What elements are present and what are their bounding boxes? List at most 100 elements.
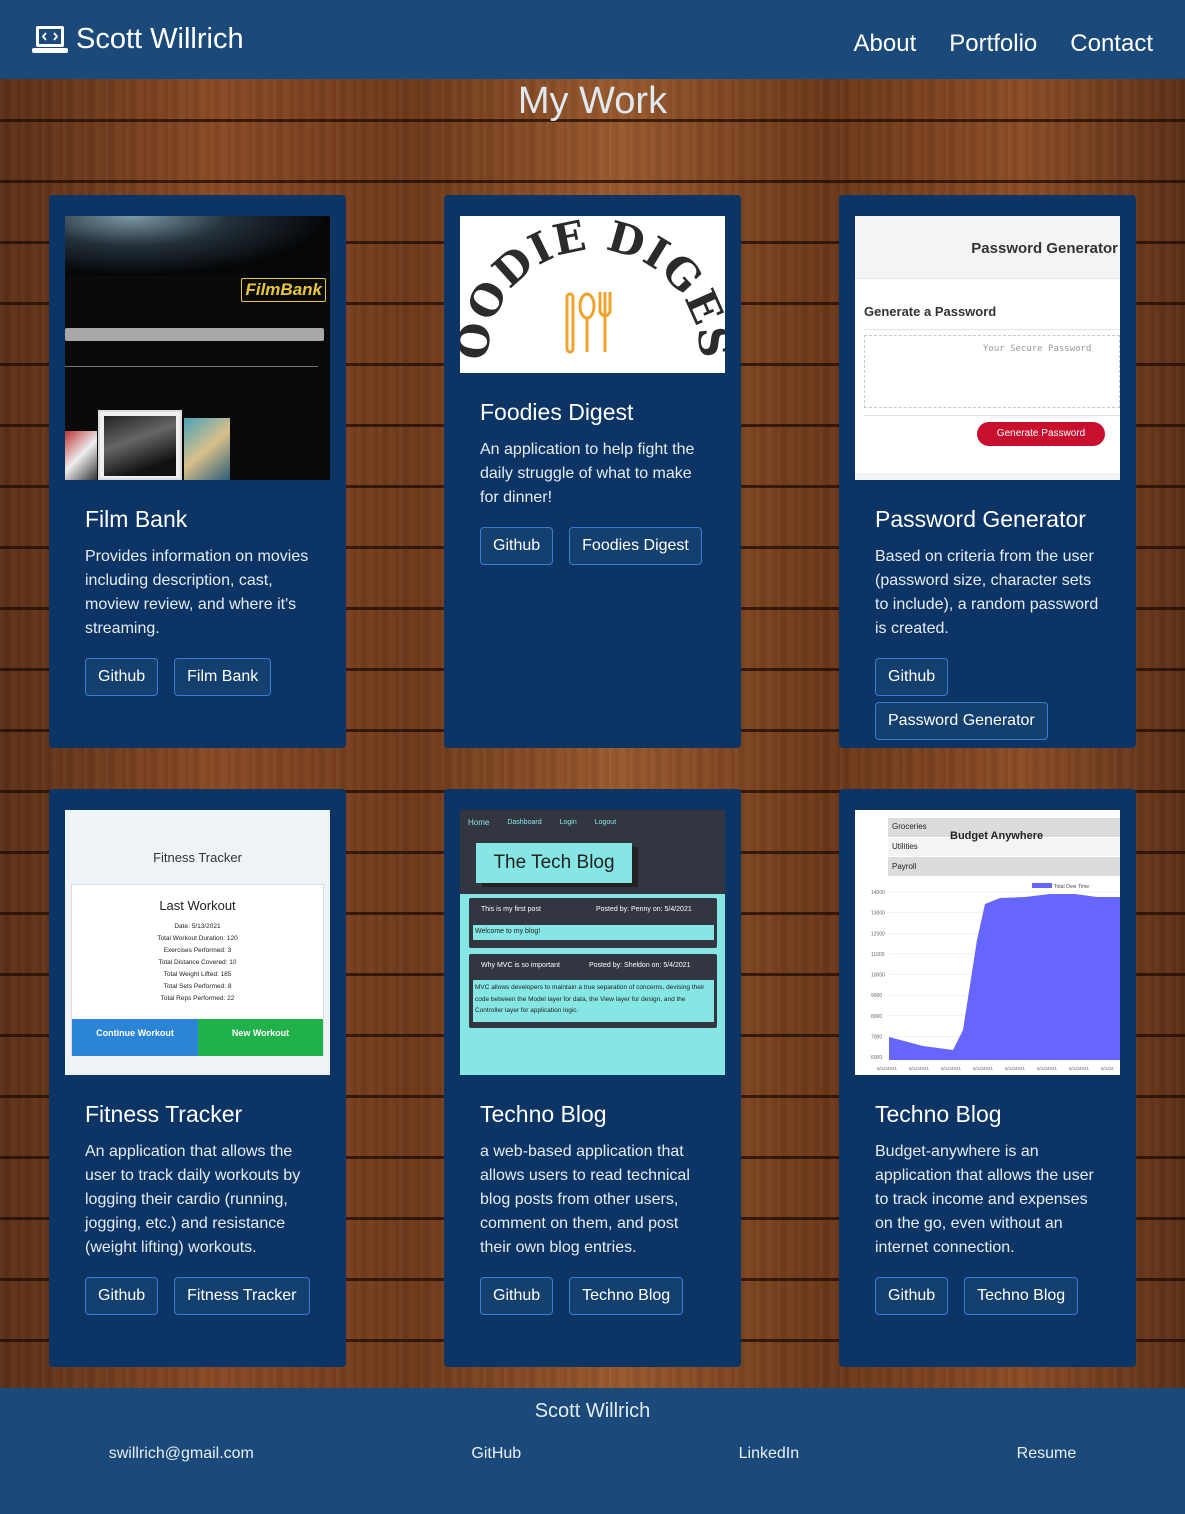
ba-y-tick: 14000 <box>871 890 885 896</box>
ba-chart: Total Over Time 14000 13000 12000 11000 1000… <box>871 883 1120 1071</box>
ba-row: Payroll <box>892 862 917 871</box>
github-button[interactable]: Github <box>480 527 554 565</box>
ft-row: Total Sets Performed: 8 <box>163 983 232 990</box>
fitness-tracker-button[interactable]: Fitness Tracker <box>174 1277 310 1315</box>
ba-header: Budget Anywhere <box>950 830 1044 842</box>
card-text: a web-based application that allows user… <box>480 1143 690 1256</box>
ft-row: Date: 5/13/2021 <box>174 923 221 930</box>
ba-x-tick: 5/14/2021 <box>973 1066 994 1071</box>
ba-x-tick: 5/12/2021 <box>941 1066 962 1071</box>
ba-y-tick: 6000 <box>871 1055 882 1061</box>
tb-post2-meta: Posted by: Sheldon on: 5/4/2021 <box>589 962 691 969</box>
fitness-tracker-screenshot: Fitness Tracker Last Workout Date: 5/13/… <box>65 810 330 1075</box>
card-title: Fitness Tracker <box>85 1101 243 1127</box>
project-card-film-bank: FilmBank Film Bank Provides information … <box>49 195 346 748</box>
card-title: Foodies Digest <box>480 399 634 425</box>
tb-nav-logout: Logout <box>594 819 617 826</box>
card-text: An application that allows the user to t… <box>85 1143 301 1256</box>
ba-y-tick: 7000 <box>871 1034 882 1040</box>
techno-blog-button[interactable]: Techno Blog <box>964 1277 1079 1315</box>
footer-name: Scott Willrich <box>534 1400 651 1422</box>
ft-continue-button: Continue Workout <box>72 1019 198 1056</box>
footer: Scott Willrich swillrich@gmail.com GitHu… <box>0 1388 1185 1514</box>
tb-heading: The Tech Blog <box>476 843 632 883</box>
project-card-foodies-digest: FOODIE DIGEST Foodies Digest An applicat… <box>444 195 741 748</box>
password-generator-screenshot: Password Generator Generate a Password Y… <box>855 216 1120 480</box>
tb-nav-login: Login <box>559 819 577 826</box>
card-title: Techno Blog <box>875 1101 1002 1127</box>
ba-y-tick: 11000 <box>871 952 885 958</box>
project-card-fitness-tracker: Fitness Tracker Last Workout Date: 5/13/… <box>49 789 346 1367</box>
tb-post1-body: Welcome to my blog! <box>473 925 714 940</box>
password-generator-button[interactable]: Password Generator <box>875 702 1048 740</box>
project-card-budget-anywhere: Groceries Utilities Payroll Budget Anywh… <box>839 789 1136 1367</box>
film-bank-screenshot: FilmBank <box>65 216 330 480</box>
github-button[interactable]: Github <box>85 658 159 696</box>
ft-header: Fitness Tracker <box>153 850 242 865</box>
nav-link-portfolio[interactable]: Portfolio <box>949 30 1037 58</box>
ba-y-tick: 13000 <box>871 911 885 917</box>
foodies-digest-button[interactable]: Foodies Digest <box>569 527 702 565</box>
pg-placeholder: Your Secure Password <box>983 344 1092 354</box>
github-button[interactable]: Github <box>875 658 949 696</box>
footer-link-email[interactable]: swillrich@gmail.com <box>109 1445 254 1463</box>
ft-row: Exercises Performed: 3 <box>163 947 232 954</box>
ft-row: Total Weight Lifted: 185 <box>163 971 232 978</box>
card-text: An application to help fight the daily s… <box>480 441 695 506</box>
page-title: My Work <box>517 80 668 122</box>
film-bank-logo: FilmBank <box>241 278 326 302</box>
nav-link-about[interactable]: About <box>854 30 917 58</box>
foodie-digest-logo: FOODIE DIGEST <box>460 216 725 362</box>
ba-x-tick: 5/14/2021 <box>1037 1066 1058 1071</box>
ba-row: Groceries <box>892 822 927 831</box>
techno-blog-button[interactable]: Techno Blog <box>569 1277 684 1315</box>
foodies-digest-logo-image: FOODIE DIGEST <box>460 216 725 373</box>
github-button[interactable]: Github <box>85 1277 159 1315</box>
footer-links: swillrich@gmail.com GitHub LinkedIn Resu… <box>0 1445 1185 1463</box>
laptop-code-icon <box>32 25 68 55</box>
tb-post2-body: MVC allows developers to maintain a true… <box>473 980 714 1022</box>
ba-x-tick: 5/14/2 <box>1101 1066 1114 1071</box>
ba-y-tick: 10000 <box>871 973 885 979</box>
tb-post1-meta: Posted by: Penny on: 5/4/2021 <box>596 906 692 913</box>
ba-y-tick: 8000 <box>871 1014 882 1020</box>
github-button[interactable]: Github <box>480 1277 554 1315</box>
tb-nav-dashboard: Dashboard <box>507 819 542 826</box>
brand[interactable]: Scott Willrich <box>32 23 244 56</box>
ba-x-tick: 5/12/2021 <box>877 1066 898 1071</box>
svg-text:FOODIE DIGEST: FOODIE DIGEST <box>460 216 725 362</box>
card-text: Based on criteria from the user (passwor… <box>875 548 1099 637</box>
tb-post2-title: Why MVC is so important <box>481 962 560 969</box>
tech-blog-screenshot: Home Dashboard Login Logout The Tech Blo… <box>460 810 725 1075</box>
brand-name: Scott Willrich <box>76 23 244 55</box>
card-title: Film Bank <box>85 506 188 532</box>
project-card-techno-blog: Home Dashboard Login Logout The Tech Blo… <box>444 789 741 1367</box>
footer-link-github[interactable]: GitHub <box>471 1445 521 1463</box>
ft-row: Total Distance Covered: 10 <box>158 959 237 966</box>
pg-subheader: Generate a Password <box>864 304 997 319</box>
ba-x-tick: 5/14/2021 <box>1005 1066 1026 1071</box>
navbar: Scott Willrich About Portfolio Contact <box>0 0 1185 79</box>
ba-legend: Total Over Time <box>1054 884 1089 890</box>
pg-generate-button: Generate Password <box>977 422 1105 446</box>
footer-link-resume[interactable]: Resume <box>1017 1445 1077 1463</box>
ba-area <box>889 894 1120 1060</box>
ft-row: Total Workout Duration: 120 <box>157 935 238 942</box>
ba-y-tick: 9000 <box>871 993 882 999</box>
ft-card-title: Last Workout <box>159 898 236 913</box>
ba-y-tick: 12000 <box>871 931 885 937</box>
pg-header: Password Generator <box>971 240 1118 257</box>
card-title: Techno Blog <box>480 1101 607 1127</box>
film-bank-button[interactable]: Film Bank <box>174 658 272 696</box>
project-card-password-generator: Password Generator Generate a Password Y… <box>839 195 1136 748</box>
tb-nav-home: Home <box>468 818 490 827</box>
nav-links: About Portfolio Contact <box>854 30 1153 58</box>
card-text: Budget-anywhere is an application that a… <box>875 1143 1094 1256</box>
footer-link-linkedin[interactable]: LinkedIn <box>739 1445 800 1463</box>
tb-post1-title: This is my first post <box>481 906 541 913</box>
nav-link-contact[interactable]: Contact <box>1070 30 1153 58</box>
github-button[interactable]: Github <box>875 1277 949 1315</box>
budget-anywhere-screenshot: Groceries Utilities Payroll Budget Anywh… <box>855 810 1120 1075</box>
card-text: Provides information on movies including… <box>85 548 309 637</box>
ba-x-tick: 5/12/2021 <box>909 1066 930 1071</box>
